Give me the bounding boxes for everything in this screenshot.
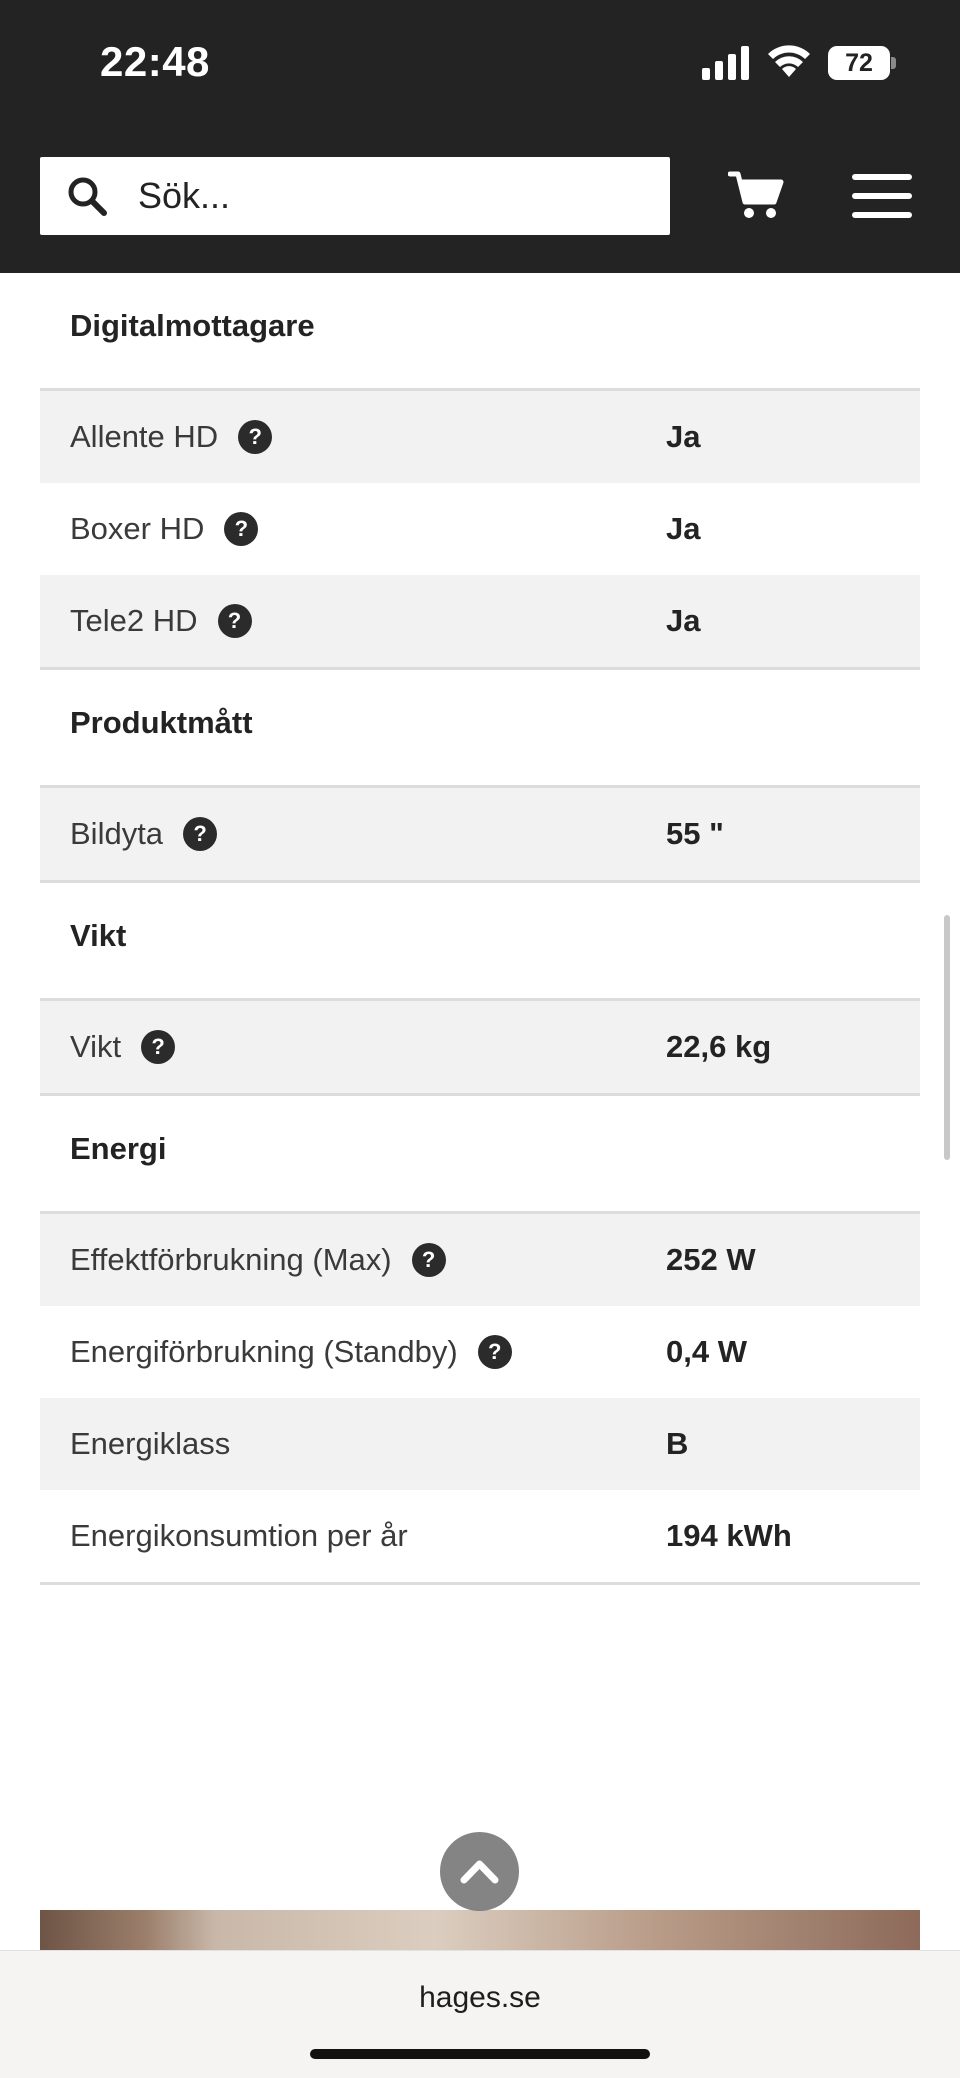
table-row: Tele2 HD? Ja — [40, 575, 920, 670]
table-row: Energiklass B — [40, 1398, 920, 1490]
spec-label: Energikonsumtion per år — [70, 1518, 408, 1553]
table-row: Energiförbrukning (Standby)? 0,4 W — [40, 1306, 920, 1398]
help-icon[interactable]: ? — [238, 420, 273, 454]
spec-label: Energiklass — [70, 1426, 231, 1461]
spec-label: Tele2 HD? — [70, 575, 252, 667]
spec-label: Bildyta? — [70, 788, 218, 880]
spec-value: B — [666, 1426, 689, 1461]
spec-label: Vikt? — [70, 1001, 176, 1093]
search-input[interactable]: Sök... — [40, 157, 670, 235]
chevron-up-icon — [460, 1860, 499, 1884]
spec-value: Ja — [666, 419, 701, 454]
product-image — [40, 1910, 920, 1950]
cellular-signal-icon — [702, 46, 749, 80]
spec-value: 55 " — [666, 816, 724, 851]
spec-value: 22,6 kg — [666, 1029, 772, 1064]
spec-value: 252 W — [666, 1242, 756, 1277]
search-icon — [68, 177, 107, 216]
help-icon[interactable]: ? — [141, 1030, 176, 1064]
back-to-top-button[interactable] — [440, 1832, 519, 1911]
spec-value: 0,4 W — [666, 1334, 747, 1369]
table-row: Allente HD? Ja — [40, 391, 920, 483]
browser-address-bar[interactable]: hages.se — [0, 1950, 960, 2078]
help-icon[interactable]: ? — [411, 1243, 446, 1277]
product-specs-table: Digitalmottagare Allente HD? Ja Boxer HD… — [40, 273, 920, 1585]
cart-icon[interactable] — [728, 170, 784, 220]
spec-label: Energiförbrukning (Standby)? — [70, 1306, 512, 1398]
section-title-vikt: Vikt — [40, 883, 920, 1001]
table-row: Energikonsumtion per år 194 kWh — [40, 1490, 920, 1585]
section-title-digitalmottagare: Digitalmottagare — [40, 273, 920, 391]
spec-label: Effektförbrukning (Max)? — [70, 1214, 446, 1306]
wifi-icon — [768, 45, 810, 77]
table-row: Effektförbrukning (Max)? 252 W — [40, 1214, 920, 1306]
help-icon[interactable]: ? — [217, 604, 252, 638]
help-icon[interactable]: ? — [224, 512, 259, 546]
spec-value: 194 kWh — [666, 1518, 792, 1553]
table-row: Bildyta? 55 " — [40, 788, 920, 883]
scrollbar[interactable] — [944, 915, 950, 1160]
help-icon[interactable]: ? — [477, 1335, 512, 1369]
battery-level: 72 — [845, 49, 873, 77]
home-indicator[interactable] — [310, 2049, 650, 2059]
spec-label: Allente HD? — [70, 391, 273, 483]
site-header: 22:48 72 Sök... — [0, 0, 960, 273]
table-row: Vikt? 22,6 kg — [40, 1001, 920, 1096]
spec-value: Ja — [666, 603, 701, 638]
url-text[interactable]: hages.se — [0, 1981, 960, 2015]
section-title-produktmatt: Produktmått — [40, 670, 920, 788]
status-time: 22:48 — [100, 38, 210, 85]
battery-icon: 72 — [828, 46, 896, 80]
search-placeholder: Sök... — [138, 175, 231, 216]
spec-value: Ja — [666, 511, 701, 546]
spec-label: Boxer HD? — [70, 483, 259, 575]
section-title-energi: Energi — [40, 1096, 920, 1214]
table-row: Boxer HD? Ja — [40, 483, 920, 575]
help-icon[interactable]: ? — [183, 817, 218, 851]
hamburger-menu-icon[interactable] — [852, 174, 912, 218]
